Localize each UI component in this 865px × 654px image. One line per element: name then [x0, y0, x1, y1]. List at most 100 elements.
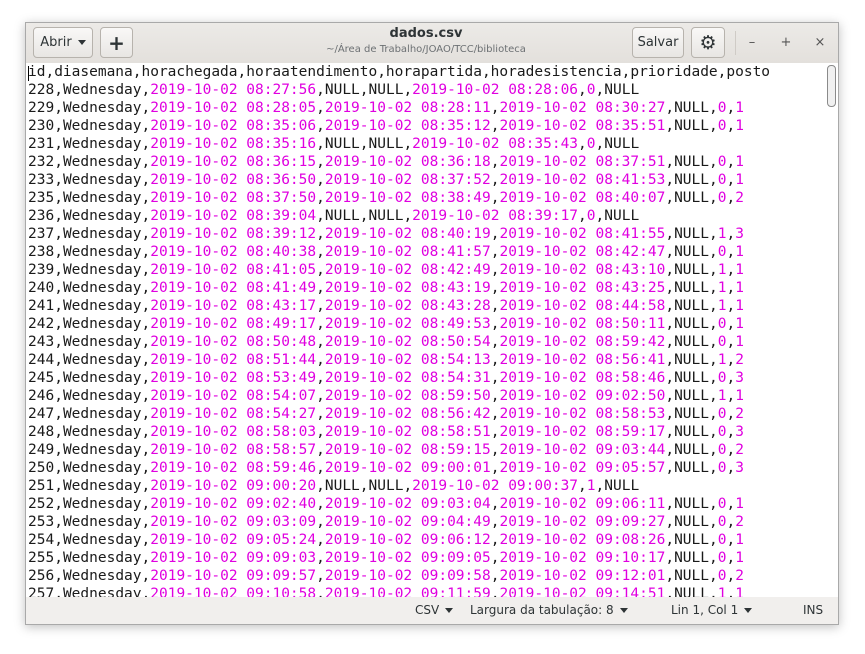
cursor-position[interactable]: Lin 1, Col 1 [671, 603, 753, 617]
csv-cell: 254 [28, 532, 55, 548]
csv-cell: 247 [28, 406, 55, 422]
save-button[interactable]: Salvar [632, 27, 684, 58]
csv-cell: 2 [735, 352, 744, 368]
csv-cell: NULL [674, 118, 709, 134]
csv-cell: 237 [28, 226, 55, 242]
csv-cell: 2019-10-02 08:36:15 [150, 154, 317, 170]
csv-cell: Wednesday [62, 100, 142, 116]
language-selector[interactable]: CSV [415, 603, 454, 617]
csv-cell: 2019-10-02 08:37:52 [324, 172, 491, 188]
tab-width-selector[interactable]: Largura da tabulação: 8 [470, 603, 628, 617]
csv-cell: Wednesday [62, 514, 142, 530]
chevron-down-icon [445, 607, 454, 613]
maximize-button[interactable]: + [776, 32, 796, 52]
csv-cell: Wednesday [62, 388, 142, 404]
csv-cell: 2019-10-02 08:37:50 [150, 190, 317, 206]
csv-cell: Wednesday [62, 136, 142, 152]
csv-cell: 249 [28, 442, 55, 458]
csv-cell: 2019-10-02 09:03:44 [499, 442, 666, 458]
csv-cell: 2019-10-02 08:35:43 [412, 136, 579, 152]
csv-cell: 1 [735, 100, 744, 116]
csv-cell: NULL [674, 226, 709, 242]
csv-cell: 2019-10-02 08:39:12 [150, 226, 317, 242]
csv-cell: 239 [28, 262, 55, 278]
csv-cell: 1 [717, 226, 727, 242]
csv-cell: 2019-10-02 08:49:17 [150, 316, 317, 332]
csv-row: 232,Wednesday,2019-10-02 08:36:15,2019-1… [28, 154, 744, 170]
csv-cell: 2019-10-02 08:59:46 [150, 460, 317, 476]
csv-cell: 255 [28, 550, 55, 566]
csv-cell: 2 [735, 514, 744, 530]
csv-cell: NULL [604, 478, 640, 494]
csv-cell: 2019-10-02 09:09:57 [150, 568, 317, 584]
csv-row: 252,Wednesday,2019-10-02 09:02:40,2019-1… [28, 496, 744, 512]
csv-cell: Wednesday [62, 298, 142, 314]
csv-cell: 2019-10-02 08:58:46 [499, 370, 666, 386]
csv-cell: 0 [717, 460, 727, 476]
csv-cell: 2019-10-02 09:12:01 [499, 568, 666, 584]
csv-cell: 2019-10-02 09:09:58 [324, 568, 491, 584]
csv-cell: 1 [735, 496, 744, 512]
csv-cell: 0 [717, 514, 727, 530]
csv-cell: 2019-10-02 08:39:17 [412, 208, 579, 224]
header-bar: Abrir + dados.csv ~/Área de Trabalho/JOA… [26, 23, 838, 64]
open-button[interactable]: Abrir [33, 27, 93, 58]
csv-cell: 2019-10-02 08:59:42 [499, 334, 666, 350]
csv-cell: Wednesday [62, 478, 142, 494]
csv-cell: 0 [717, 406, 727, 422]
csv-cell: Wednesday [62, 154, 142, 170]
close-button[interactable]: × [810, 32, 830, 52]
new-tab-button[interactable]: + [100, 27, 133, 58]
csv-cell: 256 [28, 568, 55, 584]
vertical-scrollbar[interactable] [827, 65, 836, 595]
csv-cell: 2019-10-02 08:56:42 [324, 406, 491, 422]
csv-cell: 1 [735, 154, 744, 170]
csv-cell: 1 [586, 478, 596, 494]
csv-cell: 2019-10-02 08:49:53 [324, 316, 491, 332]
csv-cell: 2019-10-02 08:54:13 [324, 352, 491, 368]
csv-cell: 2019-10-02 09:10:17 [499, 550, 666, 566]
csv-cell: 1 [717, 280, 727, 296]
csv-cell: 0 [717, 496, 727, 512]
csv-cell: 1 [717, 352, 727, 368]
csv-cell: 0 [586, 136, 596, 152]
csv-cell: 2019-10-02 08:35:06 [150, 118, 317, 134]
csv-cell: 2019-10-02 08:38:49 [324, 190, 491, 206]
csv-cell: 0 [717, 100, 727, 116]
csv-cell: 2019-10-02 08:59:50 [324, 388, 491, 404]
menu-button[interactable]: ⚙ [691, 27, 725, 58]
csv-cell: 2019-10-02 08:58:57 [150, 442, 317, 458]
scrollbar-thumb[interactable] [827, 65, 836, 107]
csv-cell: NULL [674, 550, 709, 566]
csv-cell: 3 [735, 460, 744, 476]
csv-cell: 3 [735, 226, 744, 242]
csv-cell: NULL [368, 82, 404, 98]
csv-cell: 1 [717, 298, 727, 314]
csv-cell: 2019-10-02 09:03:04 [324, 496, 491, 512]
csv-cell: NULL [674, 262, 709, 278]
csv-cell: 2019-10-02 08:41:55 [499, 226, 666, 242]
csv-row: 250,Wednesday,2019-10-02 08:59:46,2019-1… [28, 460, 744, 476]
window-title: dados.csv [389, 26, 463, 41]
csv-row: 229,Wednesday,2019-10-02 08:28:05,2019-1… [28, 100, 744, 116]
csv-cell: NULL [324, 136, 360, 152]
minimize-button[interactable]: – [742, 32, 762, 52]
csv-cell: Wednesday [62, 208, 142, 224]
csv-cell: 2019-10-02 08:59:15 [324, 442, 491, 458]
csv-cell: 2019-10-02 08:35:12 [324, 118, 491, 134]
editor-lines: id,diasemana,horachegada,horaatendimento… [28, 63, 770, 598]
csv-cell: 2019-10-02 08:54:27 [150, 406, 317, 422]
csv-cell: 233 [28, 172, 55, 188]
csv-row: 247,Wednesday,2019-10-02 08:54:27,2019-1… [28, 406, 744, 422]
csv-row: 235,Wednesday,2019-10-02 08:37:50,2019-1… [28, 190, 744, 206]
text-editor[interactable]: id,diasemana,horachegada,horaatendimento… [26, 63, 838, 599]
csv-cell: 1 [735, 244, 744, 260]
csv-cell: 1 [735, 316, 744, 332]
csv-cell: Wednesday [62, 568, 142, 584]
csv-cell: NULL [674, 424, 709, 440]
csv-cell: NULL [674, 460, 709, 476]
csv-cell: 1 [717, 262, 727, 278]
csv-row: 256,Wednesday,2019-10-02 09:09:57,2019-1… [28, 568, 744, 584]
csv-cell: NULL [674, 316, 709, 332]
csv-cell: 2019-10-02 08:44:58 [499, 298, 666, 314]
